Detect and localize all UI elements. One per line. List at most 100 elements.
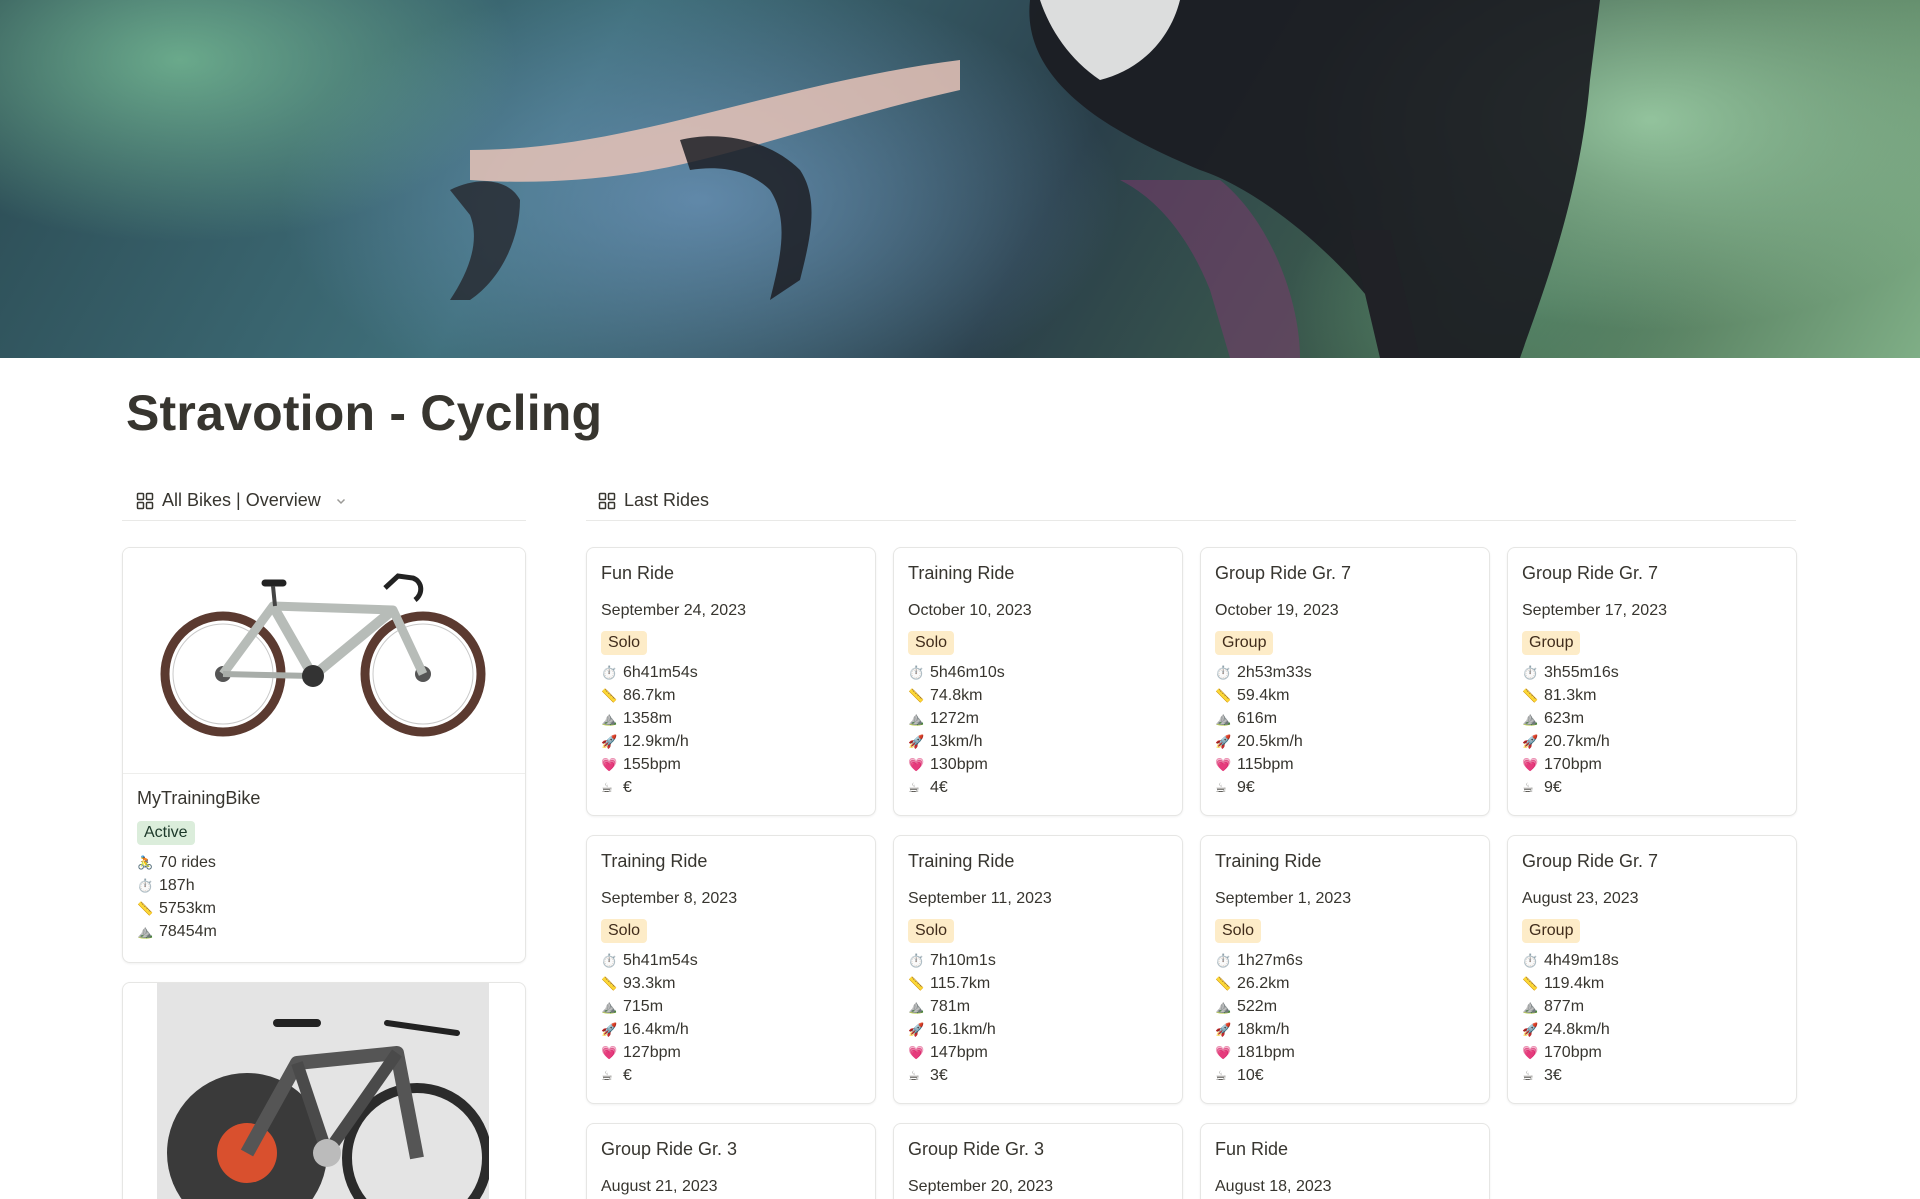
ride-speed-value: 24.8km/h xyxy=(1544,1021,1610,1038)
ride-heart-rate-value: 127bpm xyxy=(623,1044,681,1061)
ride-heart-rate: 💗 181bpm xyxy=(1215,1041,1475,1064)
ride-title: Group Ride Gr. 7 xyxy=(1522,563,1659,583)
ride-title: Training Ride xyxy=(601,851,708,871)
ride-coffee-cost: ☕ 4€ xyxy=(908,776,1168,799)
ride-duration: ⏱️ 6h41m54s xyxy=(601,661,861,684)
ride-duration: ⏱️ 1h27m6s xyxy=(1215,949,1475,972)
ride-distance-value: 115.7km xyxy=(930,975,991,992)
ruler-icon: 📏 xyxy=(1522,976,1539,991)
heart-icon: 💗 xyxy=(601,1045,618,1060)
heart-icon: 💗 xyxy=(601,757,618,772)
coffee-icon: ☕ xyxy=(601,780,613,795)
ride-distance-value: 86.7km xyxy=(623,687,676,704)
ride-card[interactable]: Training Ride October 10, 2023 Solo ⏱️ 5h46m… xyxy=(893,547,1183,816)
rocket-icon: 🚀 xyxy=(1215,734,1232,749)
ride-type-badge: Group xyxy=(1522,919,1581,943)
mountain-icon: ⛰️ xyxy=(1215,711,1232,726)
ride-date: August 23, 2023 xyxy=(1522,890,1639,907)
coffee-icon: ☕ xyxy=(1215,780,1227,795)
ride-type-badge: Solo xyxy=(908,631,955,655)
ride-type-badge: Group xyxy=(1215,631,1274,655)
bike-distance: 📏 5753km xyxy=(137,897,511,920)
ride-elevation: ⛰️ 616m xyxy=(1215,707,1475,730)
ride-duration: ⏱️ 4h49m18s xyxy=(1522,949,1782,972)
coffee-icon: ☕ xyxy=(1215,1068,1227,1083)
stopwatch-icon: ⏱️ xyxy=(1522,665,1539,680)
ride-coffee-cost: ☕ 9€ xyxy=(1522,776,1782,799)
ride-card[interactable]: Training Ride September 8, 2023 Solo ⏱️ 5h41… xyxy=(586,835,876,1104)
ride-card[interactable]: Group Ride Gr. 3 September 20, 2023 xyxy=(893,1123,1183,1199)
ride-card[interactable]: Fun Ride August 18, 2023 xyxy=(1200,1123,1490,1199)
ride-type-badge: Solo xyxy=(601,919,648,943)
ride-date: September 24, 2023 xyxy=(601,602,746,619)
ride-coffee-cost-value: 10€ xyxy=(1237,1067,1264,1084)
ride-speed-value: 20.7km/h xyxy=(1544,733,1610,750)
ride-card[interactable]: Group Ride Gr. 3 August 21, 2023 xyxy=(586,1123,876,1199)
ride-card[interactable]: Training Ride September 11, 2023 Solo ⏱️ 7h1… xyxy=(893,835,1183,1104)
coffee-icon: ☕ xyxy=(1522,1068,1534,1083)
ride-coffee-cost: ☕ € xyxy=(601,1064,861,1087)
view-label: All Bikes | Overview xyxy=(162,490,321,510)
ride-speed-value: 16.1km/h xyxy=(930,1021,996,1038)
stopwatch-icon: ⏱️ xyxy=(908,665,925,680)
ride-date: September 8, 2023 xyxy=(601,890,738,907)
mountain-icon: ⛰️ xyxy=(137,924,154,939)
gravel-bike-image xyxy=(160,573,486,737)
heart-icon: 💗 xyxy=(1522,757,1539,772)
ride-speed-value: 12.9km/h xyxy=(623,733,689,750)
cover-photo-cyclist xyxy=(450,0,1600,358)
ride-distance-value: 59.4km xyxy=(1237,687,1290,704)
heart-icon: 💗 xyxy=(1522,1045,1539,1060)
ride-card[interactable]: Group Ride Gr. 7 August 23, 2023 Group ⏱️ 4h… xyxy=(1507,835,1797,1104)
ride-speed: 🚀 13km/h xyxy=(908,730,1168,753)
bike-elevation: ⛰️ 78454m xyxy=(137,920,511,943)
ride-duration-value: 3h55m16s xyxy=(1544,664,1619,681)
ride-coffee-cost-value: 9€ xyxy=(1237,779,1255,796)
ride-coffee-cost-value: 4€ xyxy=(930,779,948,796)
ride-card[interactable]: Group Ride Gr. 7 October 19, 2023 Group ⏱️ 2… xyxy=(1200,547,1490,816)
ride-type-badge: Solo xyxy=(1215,919,1262,943)
page-title: Stravotion - Cycling xyxy=(126,385,603,441)
ride-elevation-value: 715m xyxy=(623,998,664,1015)
ride-elevation: ⛰️ 522m xyxy=(1215,995,1475,1018)
ride-speed-value: 18km/h xyxy=(1237,1021,1290,1038)
ride-duration: ⏱️ 5h46m10s xyxy=(908,661,1168,684)
ruler-icon: 📏 xyxy=(137,901,154,916)
ride-card[interactable]: Group Ride Gr. 7 September 17, 2023 Group ⏱… xyxy=(1507,547,1797,816)
ride-title: Group Ride Gr. 7 xyxy=(1522,851,1659,871)
ride-heart-rate: 💗 155bpm xyxy=(601,753,861,776)
view-tab-last-rides[interactable]: Last Rides xyxy=(586,481,1796,521)
ride-distance: 📏 93.3km xyxy=(601,972,861,995)
ride-speed-value: 13km/h xyxy=(930,733,983,750)
ride-distance-value: 74.8km xyxy=(930,687,983,704)
chevron-down-icon[interactable] xyxy=(335,495,347,507)
ride-elevation-value: 522m xyxy=(1237,998,1278,1015)
ride-card[interactable]: Training Ride September 1, 2023 Solo ⏱️ 1h27… xyxy=(1200,835,1490,1104)
ride-distance: 📏 81.3km xyxy=(1522,684,1782,707)
ride-heart-rate-value: 170bpm xyxy=(1544,756,1602,773)
ride-distance-value: 119.4km xyxy=(1544,975,1605,992)
ride-heart-rate-value: 130bpm xyxy=(930,756,988,773)
bike-rides-count: 🚴 70 rides xyxy=(137,851,511,874)
ruler-icon: 📏 xyxy=(908,688,925,703)
bike-photo xyxy=(123,548,525,774)
stopwatch-icon: ⏱️ xyxy=(1522,953,1539,968)
ride-speed: 🚀 16.4km/h xyxy=(601,1018,861,1041)
bike-card[interactable] xyxy=(122,982,526,1199)
ride-elevation-value: 1272m xyxy=(930,710,979,727)
ride-date: August 21, 2023 xyxy=(601,1178,718,1195)
view-tab-all-bikes-overview[interactable]: All Bikes | Overview xyxy=(122,481,526,521)
rocket-icon: 🚀 xyxy=(908,1022,925,1037)
ride-card[interactable]: Fun Ride September 24, 2023 Solo ⏱️ 6h41m54s… xyxy=(586,547,876,816)
ride-coffee-cost: ☕ 10€ xyxy=(1215,1064,1475,1087)
ride-coffee-cost-value: 9€ xyxy=(1544,779,1562,796)
rocket-icon: 🚀 xyxy=(601,1022,618,1037)
ride-coffee-cost-value: € xyxy=(623,779,632,796)
stopwatch-icon: ⏱️ xyxy=(1215,953,1232,968)
ride-heart-rate: 💗 130bpm xyxy=(908,753,1168,776)
bike-card[interactable]: MyTrainingBike Active 🚴 70 rides ⏱️ 187h 📏… xyxy=(122,547,526,963)
coffee-icon: ☕ xyxy=(908,1068,920,1083)
bike-photo xyxy=(157,983,492,1199)
ride-coffee-cost: ☕ 3€ xyxy=(908,1064,1168,1087)
mountain-icon: ⛰️ xyxy=(908,999,925,1014)
